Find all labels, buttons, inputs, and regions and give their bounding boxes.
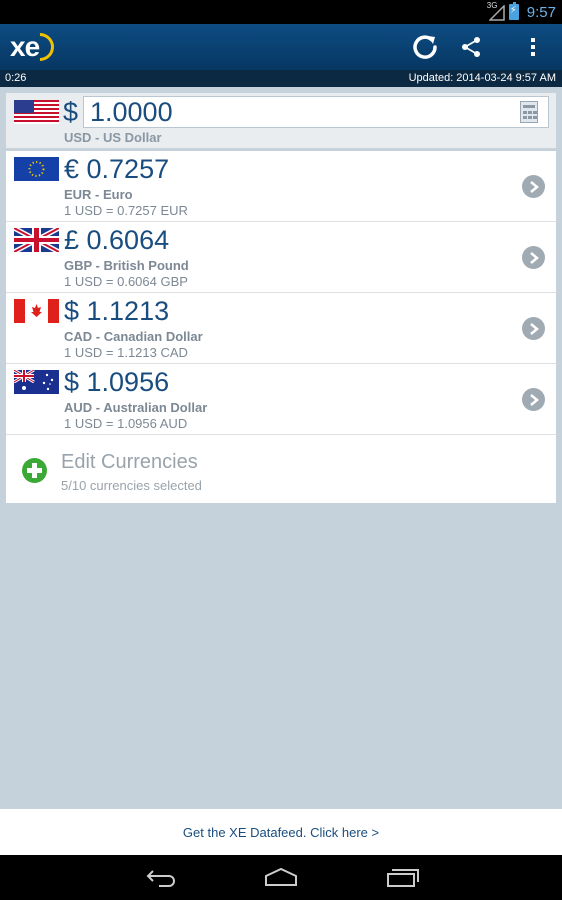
status-icons: 3G 9:57 <box>487 0 556 24</box>
currency-row-eur[interactable]: € 0.7257 EUR - Euro 1 USD = 0.7257 EUR <box>6 151 556 222</box>
chevron-right-icon[interactable] <box>522 317 545 340</box>
update-info-bar: 0:26 Updated: 2014-03-24 9:57 AM <box>0 70 562 87</box>
datafeed-link[interactable]: Get the XE Datafeed. Click here > <box>183 825 379 840</box>
status-time: 9:57 <box>526 3 556 21</box>
ca-flag-icon <box>14 299 59 323</box>
status-bar: 3G 9:57 <box>0 0 562 24</box>
chevron-right-icon[interactable] <box>522 246 545 269</box>
share-icon <box>462 37 480 57</box>
xe-logo: xe <box>10 27 60 67</box>
exchange-rate: 1 USD = 0.7257 EUR <box>64 203 188 218</box>
amount-input[interactable] <box>90 98 510 126</box>
edit-currencies-label: Edit Currencies <box>61 451 198 473</box>
overflow-menu-button[interactable] <box>516 30 550 64</box>
currency-name: GBP - British Pound <box>64 258 189 273</box>
currency-row-gbp[interactable]: £ 0.6064 GBP - British Pound 1 USD = 0.6… <box>6 222 556 293</box>
signal-icon: 3G <box>487 1 505 21</box>
back-icon <box>146 870 175 887</box>
edit-currencies-button[interactable]: Edit Currencies 5/10 currencies selected <box>6 437 556 503</box>
currency-row-aud[interactable]: $ 1.0956 AUD - Australian Dollar 1 USD =… <box>6 364 556 435</box>
currency-row-cad[interactable]: $ 1.1213 CAD - Canadian Dollar 1 USD = 1… <box>6 293 556 364</box>
chevron-right-icon[interactable] <box>522 175 545 198</box>
exchange-rate: 1 USD = 1.1213 CAD <box>64 345 188 360</box>
exchange-rate: 1 USD = 1.0956 AUD <box>64 416 188 431</box>
converted-amount: $ 1.0956 <box>64 367 170 397</box>
back-button[interactable] <box>142 863 182 891</box>
eu-flag-icon <box>14 157 59 181</box>
uk-flag-icon <box>14 228 59 252</box>
currency-name: EUR - Euro <box>64 187 133 202</box>
recent-apps-icon <box>387 869 419 887</box>
base-currency-row: $ USD - US Dollar <box>6 93 556 149</box>
system-nav-bar <box>0 855 562 900</box>
converted-amount: € 0.7257 <box>64 154 170 184</box>
app-bar: xe <box>0 24 562 70</box>
currency-name: AUD - Australian Dollar <box>64 400 208 415</box>
amount-field-container <box>83 96 549 128</box>
overflow-menu-icon <box>531 38 535 56</box>
currency-name: CAD - Canadian Dollar <box>64 329 203 344</box>
refresh-timer: 0:26 <box>5 72 27 84</box>
recent-apps-button[interactable] <box>382 863 422 891</box>
home-button[interactable] <box>261 863 301 891</box>
refresh-button[interactable] <box>408 30 442 64</box>
au-flag-icon <box>14 370 59 394</box>
currency-list: € 0.7257 EUR - Euro 1 USD = 0.7257 EUR £… <box>6 151 556 503</box>
currencies-selected-count: 5/10 currencies selected <box>61 478 202 493</box>
us-flag-icon <box>14 100 59 124</box>
share-button[interactable] <box>454 30 488 64</box>
converted-amount: £ 0.6064 <box>64 225 170 255</box>
home-icon <box>265 867 297 886</box>
calculator-icon[interactable] <box>520 101 538 123</box>
base-currency-name: USD - US Dollar <box>64 130 162 145</box>
logo-text: xe <box>10 31 40 62</box>
base-currency-symbol: $ <box>63 97 79 127</box>
datafeed-banner: Get the XE Datafeed. Click here > <box>0 808 562 855</box>
updated-timestamp: Updated: 2014-03-24 9:57 AM <box>408 72 556 84</box>
refresh-icon <box>413 35 437 59</box>
add-icon <box>22 458 47 483</box>
exchange-rate: 1 USD = 0.6064 GBP <box>64 274 188 289</box>
chevron-right-icon[interactable] <box>522 388 545 411</box>
battery-icon <box>508 2 519 20</box>
converted-amount: $ 1.1213 <box>64 296 170 326</box>
